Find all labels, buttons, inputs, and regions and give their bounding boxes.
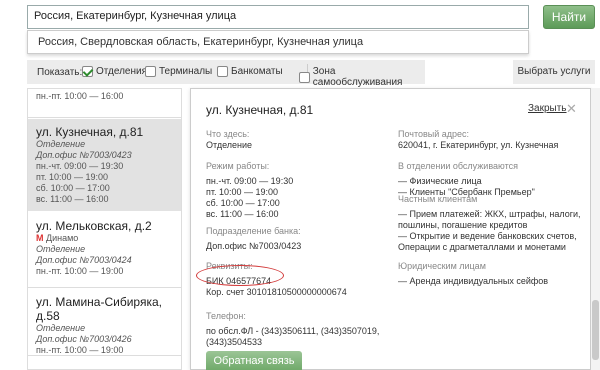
close-link[interactable]: Закрыть [528, 103, 567, 114]
working-hours: Режим работы: пн.-чт. 09:00 — 19:30 пт. … [206, 161, 294, 219]
served-clients: В отделении обслуживаются — Физические л… [398, 161, 535, 197]
divider [28, 117, 181, 118]
filter-self-service[interactable]: Зона самообслуживания [299, 66, 425, 88]
feedback-button[interactable]: Обратная связь [206, 351, 302, 370]
checkbox-icon[interactable] [217, 66, 228, 77]
checkbox-icon[interactable] [299, 71, 310, 83]
choose-services-button[interactable]: Выбрать услуги [513, 60, 595, 84]
branch-list[interactable]: пн.-пт. 10:00 — 16:00 ул. Кузнечная, д.8… [27, 88, 182, 370]
divider [28, 287, 181, 288]
filter-terminals[interactable]: Терминалы [145, 66, 212, 77]
legal-entities: Юридическим лицам — Аренда индивидуальны… [398, 261, 549, 286]
branch-detail-card: ул. Кузнечная, д.81 Закрыть ✕ Что здесь:… [190, 88, 591, 370]
private-clients: Частным клиентам — Прием платежей: ЖКХ, … [398, 194, 581, 252]
metro-icon: M [36, 233, 44, 243]
divider [28, 355, 181, 356]
find-button[interactable]: Найти [543, 5, 595, 29]
what-here: Что здесь: Отделение [206, 129, 253, 150]
list-item[interactable]: ул. Мамина-Сибиряка, д.58 Отделение Доп.… [28, 295, 181, 356]
phone: Телефон: по обсл.ФЛ - (343)3506111, (343… [206, 311, 380, 347]
postal-address: Почтовый адрес: 620041, г. Екатеринбург,… [398, 129, 559, 150]
scrollbar-thumb[interactable] [592, 300, 599, 360]
close-icon[interactable]: ✕ [566, 101, 577, 117]
filter-label: Показать: [37, 67, 83, 78]
list-item-selected[interactable]: ул. Кузнечная, д.81 Отделение Доп.офис №… [28, 119, 181, 211]
filter-branches[interactable]: Отделения [82, 66, 147, 77]
detail-title: ул. Кузнечная, д.81 [206, 103, 314, 117]
search-suggestion[interactable]: Россия, Свердловская область, Екатеринбу… [27, 30, 529, 54]
bank-division: Подразделение банка: Доп.офис №7003/0423 [206, 226, 302, 251]
list-item[interactable]: пн.-пт. 10:00 — 16:00 [28, 89, 181, 102]
filter-bar: Показать: Отделения Терминалы Банкоматы … [27, 60, 425, 88]
list-item[interactable]: ул. Мельковская, д.2 M Динамо Отделение … [28, 219, 181, 277]
filter-atms[interactable]: Банкоматы [217, 66, 283, 77]
checkbox-icon[interactable] [145, 66, 156, 77]
search-input[interactable]: Россия, Екатеринбург, Кузнечная улица [27, 5, 529, 29]
checkbox-checked-icon[interactable] [82, 66, 93, 77]
highlight-ellipse [196, 265, 284, 286]
